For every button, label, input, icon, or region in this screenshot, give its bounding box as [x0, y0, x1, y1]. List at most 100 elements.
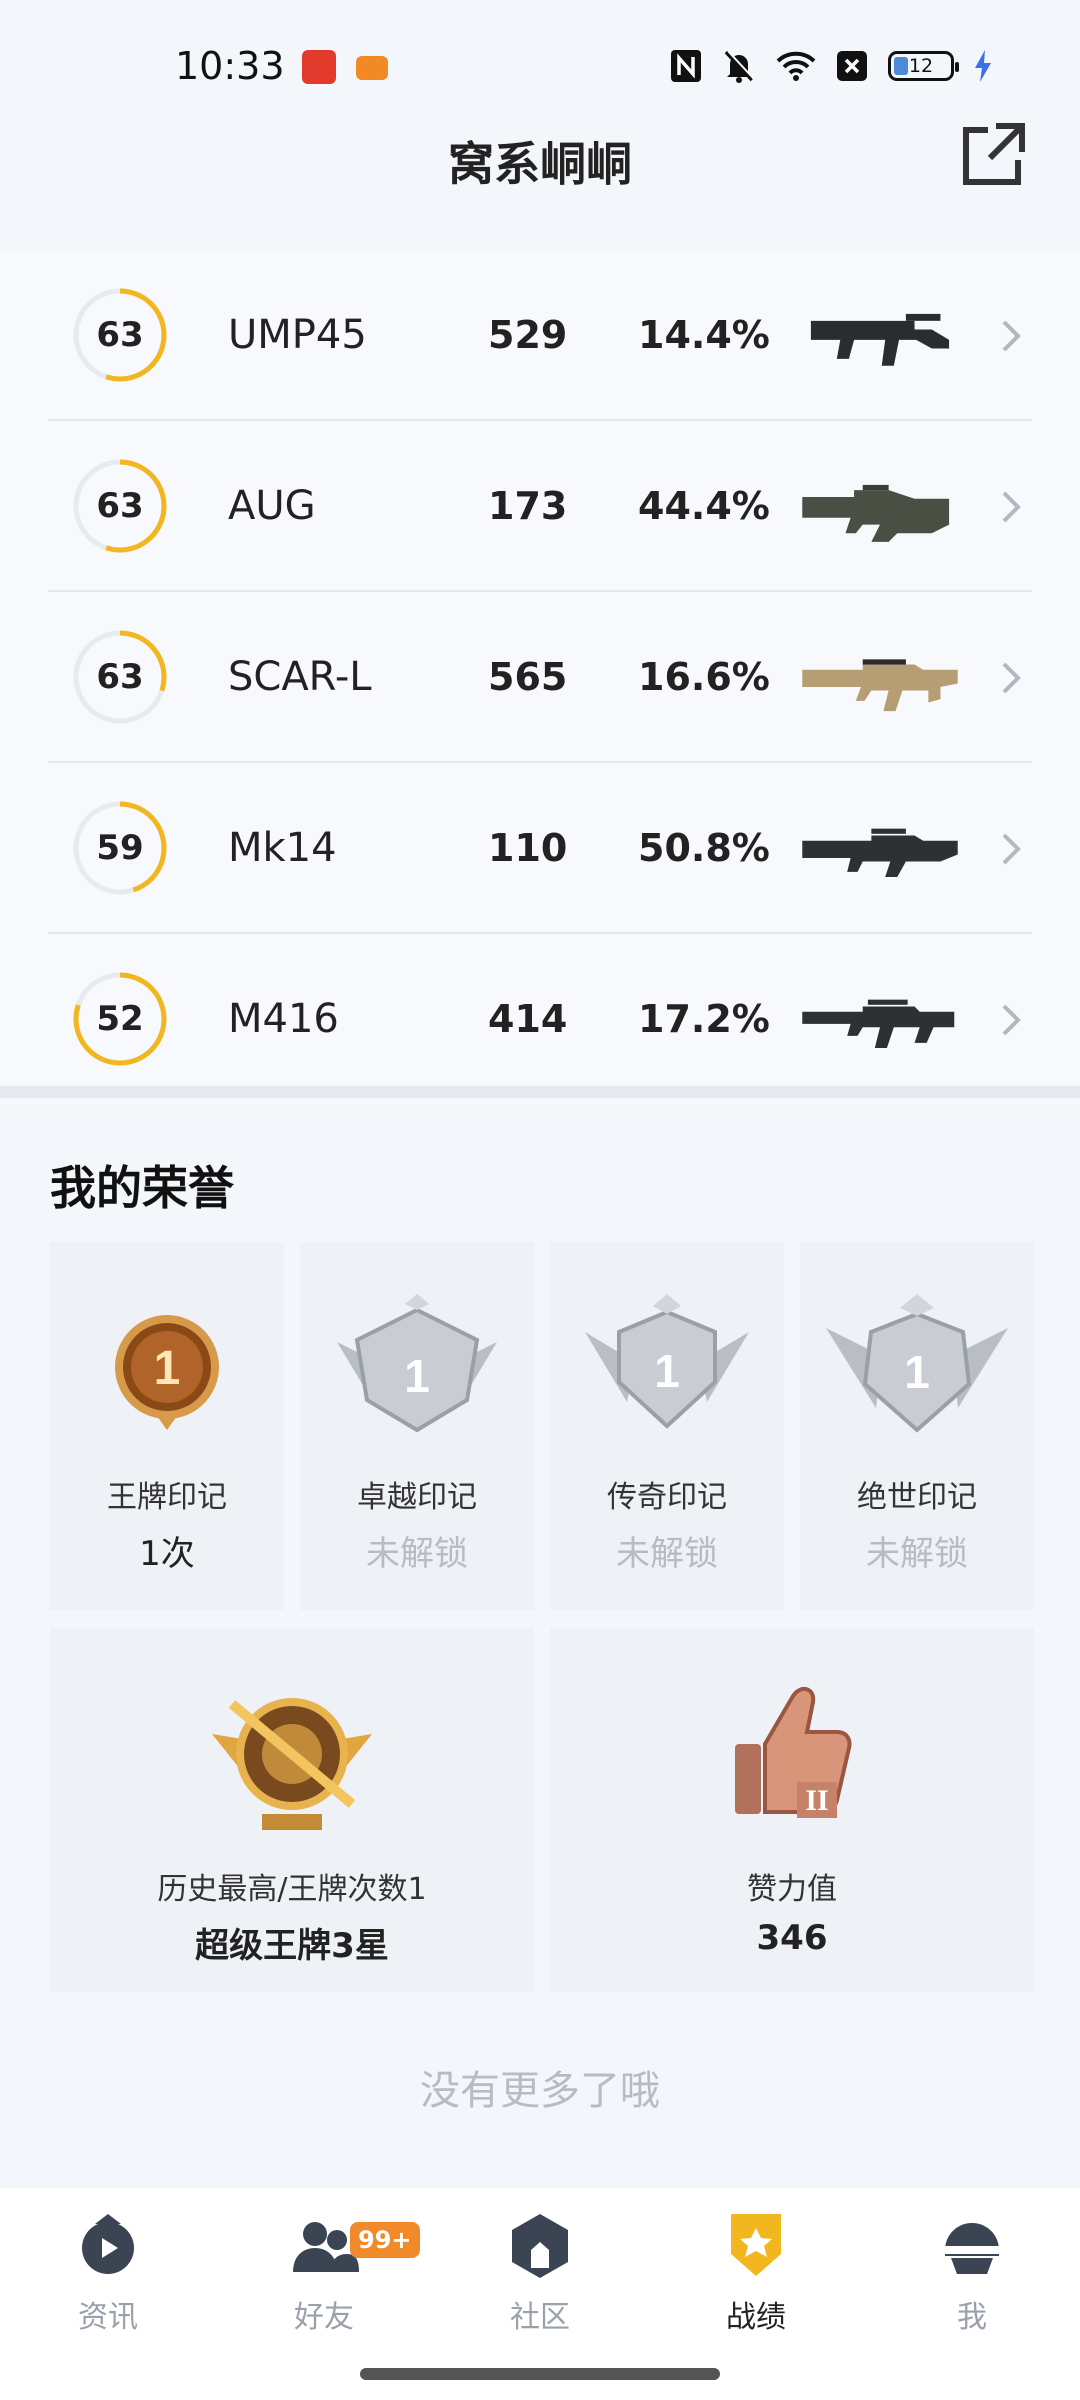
weapon-kills: 529 — [488, 313, 568, 357]
honor-value: 1次 — [139, 1534, 195, 1574]
weapon-row[interactable]: 63 UMP45 529 14.4% — [48, 250, 1032, 421]
status-bar: 10:33 12 — [0, 0, 1080, 130]
excellence-mark-icon: 1 — [300, 1292, 534, 1442]
home-indicator — [360, 2368, 720, 2380]
share-button[interactable] — [960, 120, 1028, 188]
record-icon — [731, 2214, 781, 2276]
chevron-right-icon — [1002, 1004, 1021, 1036]
honor-card-excellence[interactable]: 1 卓越印记 未解锁 — [300, 1242, 534, 1610]
weapon-name: UMP45 — [228, 312, 367, 358]
weapon-name: Mk14 — [228, 825, 337, 871]
svg-text:1: 1 — [404, 1350, 430, 1402]
honor-card-legend[interactable]: 1 传奇印记 未解锁 — [550, 1242, 784, 1610]
honor-label: 传奇印记 — [607, 1480, 727, 1515]
nav-label: 我 — [957, 2300, 987, 2335]
nav-profile[interactable]: 我 — [902, 2210, 1042, 2340]
svg-text:II: II — [805, 1784, 828, 1817]
honor-label: 绝世印记 — [857, 1480, 977, 1515]
nav-label: 好友 — [294, 2300, 354, 2335]
weapon-name: SCAR-L — [228, 654, 372, 700]
page-title: 窝系峒峒 — [448, 137, 632, 191]
chevron-right-icon — [1002, 662, 1021, 694]
weapon-level-ring: 63 — [70, 456, 170, 556]
weapon-row[interactable]: 63 SCAR-L 565 16.6% — [48, 592, 1032, 763]
weapon-rate: 17.2% — [638, 997, 770, 1041]
dmr-mk14-icon — [802, 828, 958, 877]
svg-text:1: 1 — [154, 1342, 181, 1395]
highest-rank-card[interactable]: 历史最高/王牌次数1 超级王牌3星 — [50, 1628, 534, 1992]
weapon-row[interactable]: 52 M416 414 17.2% — [48, 934, 1032, 1105]
nav-label: 社区 — [510, 2300, 570, 2335]
weapon-level: 63 — [96, 315, 144, 355]
ace-mark-icon: 1 — [50, 1292, 284, 1442]
honor-card-ace[interactable]: 1 王牌印记 1次 — [50, 1242, 284, 1610]
honor-value: 未解锁 — [366, 1534, 468, 1574]
svg-text:1: 1 — [654, 1345, 680, 1397]
highest-rank-value: 超级王牌3星 — [195, 1926, 389, 1966]
mute-bell-icon — [724, 50, 755, 83]
chevron-right-icon — [1002, 491, 1021, 523]
likes-value: 346 — [756, 1918, 828, 1958]
weapon-rate: 44.4% — [638, 484, 770, 528]
nav-friends[interactable]: 99+ 好友 — [254, 2210, 420, 2340]
honor-card-supreme[interactable]: 1 绝世印记 未解锁 — [800, 1242, 1034, 1610]
honor-value: 未解锁 — [616, 1534, 718, 1574]
weapon-kills: 565 — [488, 655, 568, 699]
nav-record[interactable]: 战绩 — [686, 2210, 826, 2340]
weapon-list: 63 UMP45 529 14.4% 63 AUG 173 44.4% 63 SCAR-L 565 1… — [0, 250, 1080, 1105]
nav-label: 战绩 — [726, 2300, 786, 2335]
weapon-level: 63 — [96, 657, 144, 697]
weapon-level-ring: 63 — [70, 285, 170, 385]
community-icon — [512, 2214, 568, 2278]
nav-news[interactable]: 资讯 — [38, 2210, 178, 2340]
highest-rank-label: 历史最高/王牌次数1 — [157, 1872, 427, 1907]
sim-off-icon — [837, 51, 867, 81]
weapon-row[interactable]: 63 AUG 173 44.4% — [48, 421, 1032, 592]
svg-text:1: 1 — [904, 1346, 930, 1398]
weapon-rate: 50.8% — [638, 826, 770, 870]
weapon-kills: 414 — [488, 997, 568, 1041]
chevron-right-icon — [1002, 320, 1021, 352]
app-notification-icon — [302, 50, 336, 84]
profile-icon — [945, 2223, 999, 2274]
wifi-icon — [776, 51, 816, 81]
super-ace-emblem-icon — [50, 1674, 534, 1844]
weapon-row[interactable]: 59 Mk14 110 50.8% — [48, 763, 1032, 934]
chevron-right-icon — [1002, 833, 1021, 865]
supreme-mark-icon: 1 — [800, 1292, 1034, 1442]
external-share-icon — [963, 123, 1025, 185]
rifle-scarl-icon — [802, 659, 958, 712]
weapon-name: AUG — [228, 483, 316, 529]
rifle-m416-icon — [802, 999, 955, 1048]
charging-icon — [975, 50, 991, 82]
honor-value: 未解锁 — [866, 1534, 968, 1574]
legend-mark-icon: 1 — [550, 1292, 784, 1442]
battery-icon: 12 — [888, 51, 959, 81]
weapon-level: 59 — [96, 828, 144, 868]
battery-level: 12 — [908, 55, 934, 77]
section-divider — [0, 1086, 1080, 1098]
thumbs-up-icon: II — [550, 1674, 1034, 1844]
weapon-level: 52 — [96, 999, 144, 1039]
weapon-rate: 16.6% — [638, 655, 770, 699]
honors-title: 我的荣誉 — [50, 1161, 234, 1215]
rifle-aug-icon — [802, 484, 950, 542]
smg-ump45-icon — [810, 313, 950, 366]
status-time: 10:33 — [175, 44, 285, 88]
news-icon — [82, 2214, 134, 2274]
weapon-rate: 14.4% — [638, 313, 770, 357]
weapon-kills: 173 — [488, 484, 568, 528]
friends-badge: 99+ — [350, 2222, 420, 2258]
weapon-kills: 110 — [488, 826, 568, 870]
weapon-name: M416 — [228, 996, 339, 1042]
weapon-level: 63 — [96, 486, 144, 526]
weapon-level-ring: 52 — [70, 969, 170, 1069]
honor-label: 王牌印记 — [107, 1480, 227, 1515]
weapon-level-ring: 59 — [70, 798, 170, 898]
nav-community[interactable]: 社区 — [470, 2210, 610, 2340]
likes-card[interactable]: II 赞力值 346 — [550, 1628, 1034, 1992]
weapon-level-ring: 63 — [70, 627, 170, 727]
status-icons: 12 — [670, 48, 992, 84]
nfc-icon — [671, 50, 701, 82]
honor-label: 卓越印记 — [357, 1480, 477, 1515]
